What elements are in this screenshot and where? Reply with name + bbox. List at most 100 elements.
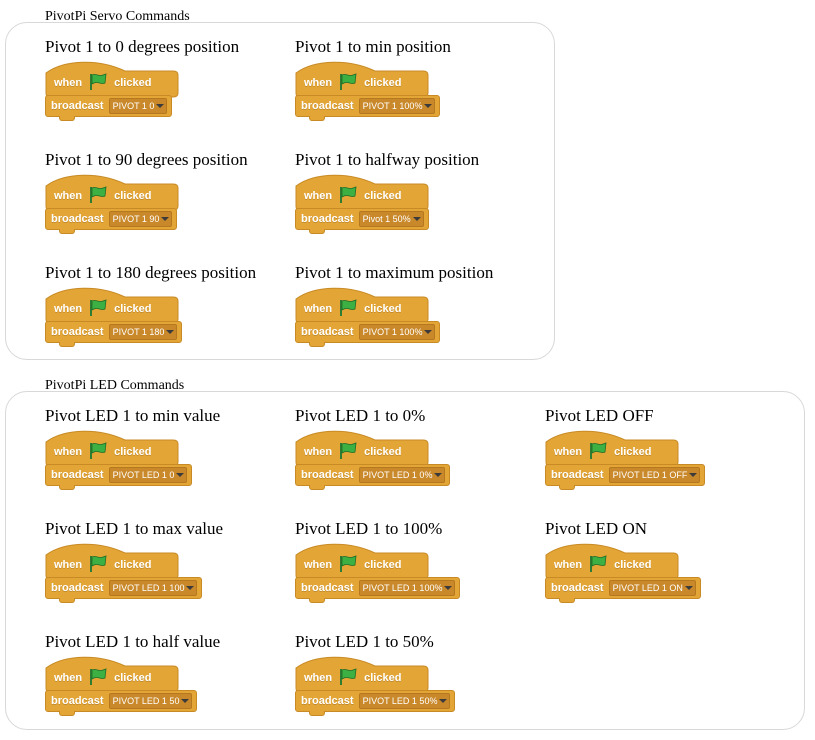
clicked-text: clicked xyxy=(364,446,402,458)
scratch-script[interactable]: when clicked broadcast PIVOT 1 0 xyxy=(45,61,225,121)
green-flag-icon[interactable] xyxy=(338,299,358,317)
when-flag-clicked-block[interactable]: when clicked xyxy=(295,61,429,101)
broadcast-text: broadcast xyxy=(551,469,604,481)
when-text: when xyxy=(54,672,83,684)
broadcast-block[interactable]: broadcast PIVOT LED 1 100 xyxy=(45,577,203,599)
dropdown-arrow-icon xyxy=(689,473,698,477)
broadcast-message-dropdown[interactable]: PIVOT 1 100% xyxy=(358,98,436,114)
green-flag-icon[interactable] xyxy=(588,555,608,573)
when-text: when xyxy=(54,446,83,458)
broadcast-message-value: PIVOT LED 1 100% xyxy=(362,583,443,593)
broadcast-block[interactable]: broadcast PIVOT LED 1 0 xyxy=(45,464,193,486)
block-notch xyxy=(59,342,75,347)
scratch-script[interactable]: when clicked broadcast PIVOT 1 100% xyxy=(295,287,475,347)
when-flag-clicked-block[interactable]: when clicked xyxy=(295,656,429,696)
broadcast-message-dropdown[interactable]: PIVOT 1 0 xyxy=(108,98,168,114)
green-flag-icon[interactable] xyxy=(88,442,108,460)
command-label: Pivot 1 to 180 degrees position xyxy=(45,263,257,282)
when-flag-clicked-block[interactable]: when clicked xyxy=(295,430,429,470)
green-flag-icon[interactable] xyxy=(88,73,108,91)
broadcast-message-dropdown[interactable]: PIVOT LED 1 0 xyxy=(108,467,188,483)
scratch-script[interactable]: when clicked broadcast PIVOT LED 1 50 xyxy=(45,656,225,716)
scratch-script[interactable]: when clicked broadcast PIVOT LED 1 OFF xyxy=(545,430,725,490)
command-label: Pivot 1 to maximum position xyxy=(295,263,494,282)
dropdown-arrow-icon xyxy=(412,217,421,221)
broadcast-text: broadcast xyxy=(551,582,604,594)
broadcast-block[interactable]: broadcast PIVOT 1 0 xyxy=(45,95,173,117)
when-flag-clicked-block[interactable]: when clicked xyxy=(45,543,179,583)
green-flag-icon[interactable] xyxy=(588,442,608,460)
scratch-script[interactable]: when clicked broadcast PIVOT LED 1 0% xyxy=(295,430,475,490)
when-flag-clicked-block[interactable]: when clicked xyxy=(45,61,179,101)
broadcast-block[interactable]: broadcast PIVOT LED 1 50 xyxy=(45,690,198,712)
scratch-script[interactable]: when clicked broadcast PIVOT 1 180 xyxy=(45,287,225,347)
command-label: Pivot LED 1 to max value xyxy=(45,519,224,538)
broadcast-block[interactable]: broadcast PIVOT 1 180 xyxy=(45,321,183,343)
broadcast-message-dropdown[interactable]: PIVOT LED 1 50% xyxy=(358,693,451,709)
broadcast-message-value: PIVOT 1 0 xyxy=(112,101,155,111)
when-flag-clicked-block[interactable]: when clicked xyxy=(545,543,679,583)
hat-block-text: when clicked xyxy=(54,186,151,204)
hat-block-text: when clicked xyxy=(54,442,151,460)
broadcast-message-dropdown[interactable]: PIVOT 1 180 xyxy=(108,324,178,340)
scratch-script[interactable]: when clicked broadcast PIVOT LED 1 100 xyxy=(45,543,225,603)
when-flag-clicked-block[interactable]: when clicked xyxy=(295,174,429,214)
broadcast-block[interactable]: broadcast PIVOT LED 1 100% xyxy=(295,577,461,599)
broadcast-message-dropdown[interactable]: PIVOT LED 1 50 xyxy=(108,693,193,709)
when-flag-clicked-block[interactable]: when clicked xyxy=(295,543,429,583)
scratch-script[interactable]: when clicked broadcast Pivot 1 50% xyxy=(295,174,475,234)
clicked-text: clicked xyxy=(364,77,402,89)
scratch-script[interactable]: when clicked broadcast PIVOT LED 1 100% xyxy=(295,543,475,603)
green-flag-icon[interactable] xyxy=(338,186,358,204)
dropdown-arrow-icon xyxy=(181,699,190,703)
green-flag-icon[interactable] xyxy=(338,73,358,91)
when-flag-clicked-block[interactable]: when clicked xyxy=(45,430,179,470)
when-flag-clicked-block[interactable]: when clicked xyxy=(545,430,679,470)
broadcast-message-dropdown[interactable]: PIVOT LED 1 100% xyxy=(358,580,456,596)
block-notch xyxy=(59,229,75,234)
command-label: Pivot 1 to 0 degrees position xyxy=(45,37,240,56)
green-flag-icon[interactable] xyxy=(338,555,358,573)
green-flag-icon[interactable] xyxy=(88,299,108,317)
scratch-script[interactable]: when clicked broadcast PIVOT 1 100% xyxy=(295,61,475,121)
broadcast-block[interactable]: broadcast PIVOT LED 1 0% xyxy=(295,464,451,486)
broadcast-message-dropdown[interactable]: PIVOT 1 100% xyxy=(358,324,436,340)
scratch-script[interactable]: when clicked broadcast PIVOT LED 1 50% xyxy=(295,656,475,716)
when-flag-clicked-block[interactable]: when clicked xyxy=(295,287,429,327)
broadcast-block[interactable]: broadcast PIVOT LED 1 ON xyxy=(545,577,701,599)
dropdown-arrow-icon xyxy=(161,217,170,221)
when-flag-clicked-block[interactable]: when clicked xyxy=(45,656,179,696)
green-flag-icon[interactable] xyxy=(88,555,108,573)
broadcast-message-dropdown[interactable]: PIVOT LED 1 0% xyxy=(358,467,446,483)
broadcast-message-dropdown[interactable]: PIVOT LED 1 ON xyxy=(608,580,696,596)
broadcast-message-dropdown[interactable]: Pivot 1 50% xyxy=(358,211,424,227)
when-flag-clicked-block[interactable]: when clicked xyxy=(45,287,179,327)
broadcast-message-value: PIVOT 1 90 xyxy=(112,214,160,224)
broadcast-message-dropdown[interactable]: PIVOT 1 90 xyxy=(108,211,173,227)
green-flag-icon[interactable] xyxy=(338,442,358,460)
when-text: when xyxy=(54,303,83,315)
broadcast-block[interactable]: broadcast PIVOT 1 90 xyxy=(45,208,178,230)
block-notch xyxy=(309,711,325,716)
green-flag-icon[interactable] xyxy=(338,668,358,686)
broadcast-block[interactable]: broadcast PIVOT 1 100% xyxy=(295,95,441,117)
dropdown-arrow-icon xyxy=(166,330,175,334)
clicked-text: clicked xyxy=(364,303,402,315)
broadcast-block[interactable]: broadcast PIVOT LED 1 OFF xyxy=(545,464,706,486)
scratch-script[interactable]: when clicked broadcast PIVOT 1 90 xyxy=(45,174,225,234)
scratch-script[interactable]: when clicked broadcast PIVOT LED 1 0 xyxy=(45,430,225,490)
broadcast-block[interactable]: broadcast Pivot 1 50% xyxy=(295,208,429,230)
block-notch xyxy=(309,116,325,121)
scratch-script[interactable]: when clicked broadcast PIVOT LED 1 ON xyxy=(545,543,725,603)
when-flag-clicked-block[interactable]: when clicked xyxy=(45,174,179,214)
broadcast-message-value: PIVOT LED 1 50 xyxy=(112,696,180,706)
broadcast-message-value: PIVOT LED 1 0 xyxy=(112,470,175,480)
green-flag-icon[interactable] xyxy=(88,668,108,686)
broadcast-block[interactable]: broadcast PIVOT LED 1 50% xyxy=(295,690,456,712)
broadcast-message-value: PIVOT LED 1 OFF xyxy=(612,470,688,480)
broadcast-block[interactable]: broadcast PIVOT 1 100% xyxy=(295,321,441,343)
broadcast-message-dropdown[interactable]: PIVOT LED 1 100 xyxy=(108,580,198,596)
green-flag-icon[interactable] xyxy=(88,186,108,204)
command-label: Pivot LED ON xyxy=(545,519,647,538)
broadcast-message-dropdown[interactable]: PIVOT LED 1 OFF xyxy=(608,467,701,483)
